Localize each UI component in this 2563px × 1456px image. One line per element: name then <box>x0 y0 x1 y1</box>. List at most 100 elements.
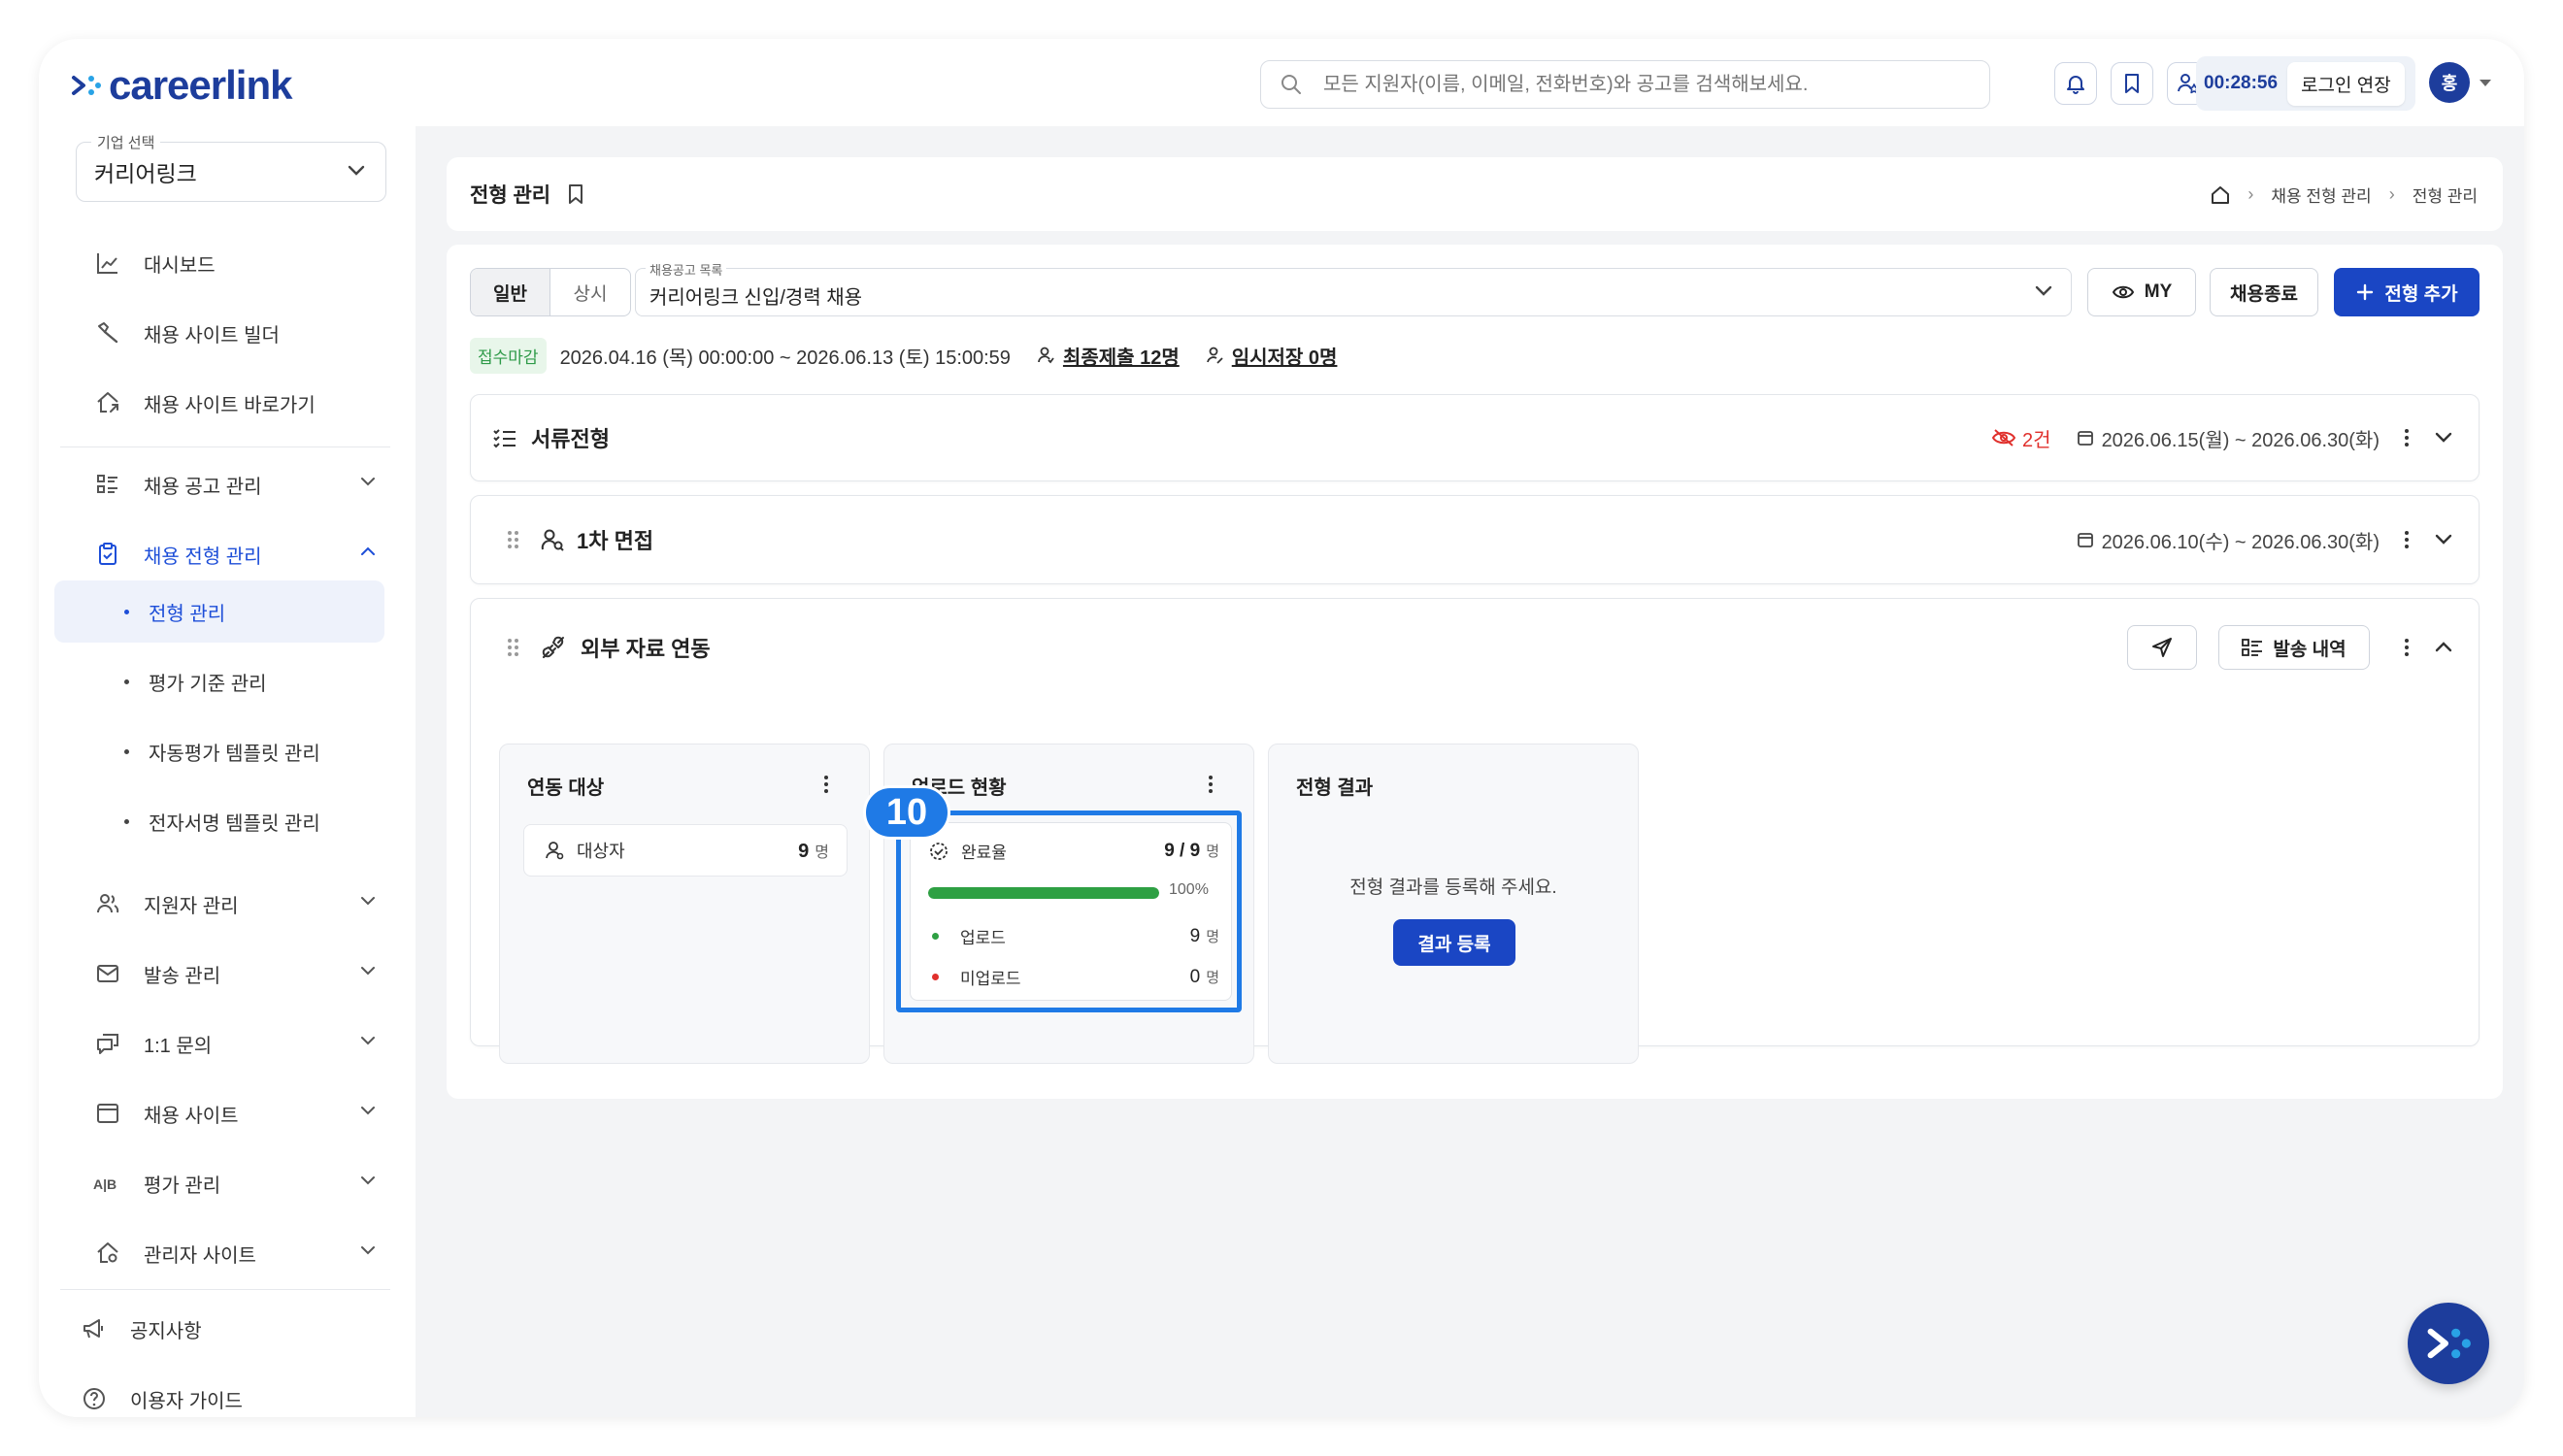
sidebar-item-sending[interactable]: 발송 관리 <box>76 947 406 1000</box>
bell-icon <box>2067 76 2084 94</box>
chevron-down-icon[interactable] <box>2434 533 2453 546</box>
temp-save-link[interactable]: 임시저장 0명 <box>1205 342 1337 370</box>
more-icon[interactable] <box>1205 776 1216 793</box>
panel-upload-status: 업로드 현황 10 완료율 9 / 9명 100% 업로드 9명 미업로드 0 … <box>863 744 1254 1064</box>
list-icon <box>93 470 122 499</box>
home-icon[interactable] <box>2211 185 2230 205</box>
tab-general[interactable]: 일반 <box>471 269 550 315</box>
sidebar-subitem-esign-template[interactable]: 전자서명 템플릿 관리 <box>54 790 384 852</box>
breadcrumb: › 채용 전형 관리 › 전형 관리 <box>2211 182 2478 207</box>
session-timer-box: 00:28:56 로그인 연장 <box>2196 56 2415 111</box>
sidebar-item-label: 공지사항 <box>130 1320 202 1342</box>
sidebar-item-inquiry[interactable]: 1:1 문의 <box>76 1017 406 1070</box>
link-plug-icon <box>542 636 564 659</box>
final-submit-link[interactable]: 최종제출 12명 <box>1036 342 1180 370</box>
sidebar-subitem-eval-criteria[interactable]: 평가 기준 관리 <box>54 650 384 712</box>
send-history-button[interactable]: 발송 내역 <box>2218 625 2370 670</box>
chevron-down-icon <box>361 1037 375 1045</box>
chevron-up-icon[interactable] <box>2434 641 2453 654</box>
chatbot-fab[interactable] <box>2408 1303 2489 1384</box>
completion-label: 완료율 <box>961 844 1007 862</box>
more-icon[interactable] <box>2401 429 2413 447</box>
stage-document[interactable]: 서류전형 2건 2026.06.15(월) ~ 2026.06.30(화) <box>470 394 2480 481</box>
stage-title: 외부 자료 연동 <box>508 599 711 696</box>
sidebar-item-dashboard[interactable]: 대시보드 <box>76 237 406 289</box>
completion-progress-bar <box>928 887 1159 899</box>
sidebar-item-evaluation[interactable]: A|B 평가 관리 <box>76 1157 406 1209</box>
completion-percent: 100% <box>1169 881 1209 898</box>
send-button[interactable] <box>2127 625 2197 670</box>
global-search[interactable] <box>1260 60 1990 109</box>
not-uploaded-unit: 명 <box>1206 969 1219 986</box>
plus-icon <box>2357 283 2374 301</box>
avatar[interactable]: 홍 <box>2429 62 2470 103</box>
sidebar-item-admin-site[interactable]: 관리자 사이트 <box>76 1227 406 1279</box>
person-edit-icon <box>1206 347 1223 364</box>
sidebar-item-job-posting[interactable]: 채용 공고 관리 <box>76 458 406 511</box>
search-input[interactable] <box>1323 73 1983 96</box>
chevron-down-icon[interactable] <box>2434 431 2453 445</box>
more-icon[interactable] <box>820 776 832 793</box>
add-stage-label: 전형 추가 <box>2384 283 2458 305</box>
chevron-down-icon <box>361 967 375 976</box>
sidebar-item-label: 채용 사이트 바로가기 <box>144 394 316 416</box>
sidebar-subitem-label: 평가 기준 관리 <box>149 673 267 695</box>
svg-text:A|B: A|B <box>93 1176 116 1192</box>
breadcrumb-item[interactable]: 전형 관리 <box>2413 182 2478 207</box>
bookmark-button[interactable] <box>2111 62 2153 105</box>
stage-period: 2026.06.15(월) ~ 2026.06.30(화) <box>2077 424 2380 452</box>
stage-title: 1차 면접 <box>508 496 653 583</box>
logo-text: careerlink <box>109 62 292 108</box>
target-label: 대상자 <box>577 842 625 861</box>
sidebar-item-recruit-site[interactable]: 채용 사이트 <box>76 1087 406 1140</box>
posting-type-tabs: 일반 상시 <box>470 268 631 316</box>
chevron-down-icon[interactable] <box>2480 80 2491 86</box>
chat-icon <box>93 1029 122 1058</box>
sidebar-subitem-stage-management[interactable]: 전형 관리 <box>54 580 384 643</box>
sidebar-item-label: 발송 관리 <box>144 965 221 987</box>
top-bar: careerlink 00:28:56 로그인 연장 홍 <box>39 39 2524 126</box>
sidebar-item-recruit-stage[interactable]: 채용 전형 관리 <box>76 528 406 580</box>
red-dot-icon <box>932 974 939 980</box>
job-posting-select[interactable]: 채용공고 목록 커리어링크 신입/경력 채용 <box>635 260 2072 316</box>
sidebar-item-label: 채용 공고 관리 <box>144 476 262 498</box>
page-title: 전형 관리 <box>470 184 551 207</box>
my-filter-button[interactable]: MY <box>2087 268 2196 316</box>
person-icon <box>546 842 564 860</box>
sidebar-item-label: 채용 사이트 빌더 <box>144 324 280 347</box>
hidden-count[interactable]: 2건 <box>1991 424 2051 452</box>
tab-always[interactable]: 상시 <box>550 269 630 315</box>
extend-login-button[interactable]: 로그인 연장 <box>2287 61 2405 106</box>
send-icon <box>2152 638 2172 657</box>
notification-button[interactable] <box>2054 62 2097 105</box>
bookmark-icon[interactable] <box>566 183 585 205</box>
breadcrumb-item[interactable]: 채용 전형 관리 <box>2271 182 2371 207</box>
close-recruitment-button[interactable]: 채용종료 <box>2210 268 2318 316</box>
more-icon[interactable] <box>2401 531 2413 548</box>
users-icon <box>93 889 122 918</box>
logo[interactable]: careerlink <box>70 62 292 108</box>
add-stage-button[interactable]: 전형 추가 <box>2334 268 2480 316</box>
completion-value-wrap: 9 / 9 명 <box>1164 841 1219 862</box>
sidebar-item-label: 관리자 사이트 <box>144 1244 256 1267</box>
sidebar-item-applicants[interactable]: 지원자 관리 <box>76 877 406 930</box>
stage-interview-1[interactable]: 1차 면접 2026.06.10(수) ~ 2026.06.30(화) <box>470 495 2480 584</box>
company-select-label: 기업 선택 <box>91 132 161 152</box>
drag-handle-icon[interactable] <box>508 639 518 656</box>
sidebar-subitem-auto-eval-template[interactable]: 자동평가 템플릿 관리 <box>54 720 384 782</box>
drag-handle-icon[interactable] <box>508 531 518 548</box>
person-icon <box>1038 347 1054 364</box>
megaphone-icon <box>80 1314 109 1343</box>
page-header: 전형 관리 › 채용 전형 관리 › 전형 관리 <box>447 157 2503 231</box>
eye-icon <box>2112 285 2134 299</box>
sidebar-item-site-builder[interactable]: 채용 사이트 빌더 <box>76 307 406 359</box>
chevron-right-icon: › <box>2388 184 2395 204</box>
sidebar-item-site-shortcut[interactable]: 채용 사이트 바로가기 <box>76 377 406 429</box>
sidebar-item-guide[interactable]: 이용자 가이드 <box>62 1373 392 1417</box>
more-icon[interactable] <box>2401 639 2413 656</box>
stage-title-text: 외부 자료 연동 <box>581 637 711 661</box>
sidebar-item-notice[interactable]: 공지사항 <box>62 1303 392 1355</box>
register-result-button[interactable]: 결과 등록 <box>1393 919 1515 966</box>
panel-link-target: 연동 대상 대상자 9명 <box>499 744 870 1064</box>
sidebar: 기업 선택 커리어링크 대시보드 채용 사이트 빌더 채용 사이트 바로가기 채… <box>39 126 416 1417</box>
